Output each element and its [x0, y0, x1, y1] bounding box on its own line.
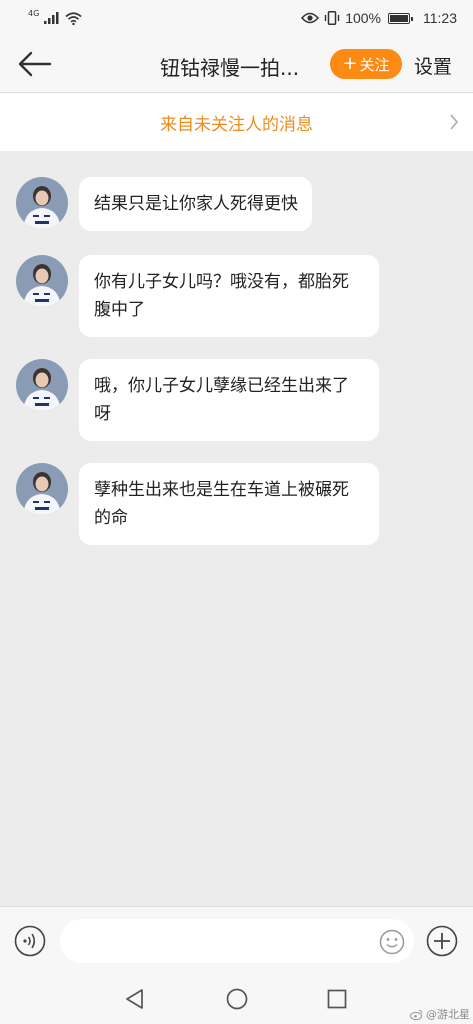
avatar[interactable]	[16, 255, 68, 307]
chevron-right-icon	[450, 114, 459, 130]
message-input[interactable]	[60, 919, 414, 963]
status-bar: 4G 100% 11:23	[0, 0, 473, 36]
voice-icon	[14, 925, 46, 957]
back-arrow-icon	[18, 51, 52, 77]
message-bubble[interactable]: 哦，你儿子女儿孽缘已经生出来了呀	[79, 359, 379, 441]
voice-button[interactable]	[14, 925, 46, 957]
clock: 11:23	[423, 10, 457, 26]
more-button[interactable]	[426, 925, 458, 957]
wifi-icon	[65, 11, 82, 25]
square-recents-icon	[327, 989, 347, 1009]
battery-percent: 100%	[345, 10, 381, 26]
signal-icon	[44, 12, 59, 24]
system-nav-bar	[0, 974, 473, 1024]
watermark-text: @游北星	[426, 1008, 470, 1021]
avatar[interactable]	[16, 463, 68, 515]
nav-recents-button[interactable]	[326, 988, 348, 1014]
status-left: 4G	[28, 8, 82, 25]
vibrate-icon	[324, 11, 340, 25]
settings-button[interactable]: 设置	[414, 52, 452, 79]
message-bubble[interactable]: 结果只是让你家人死得更快	[79, 177, 312, 231]
plus-circle-icon	[426, 925, 458, 957]
avatar[interactable]	[16, 177, 68, 229]
chat-header: 钮钴禄慢一拍... + 关注 设置	[0, 36, 473, 92]
nav-home-button[interactable]	[225, 987, 249, 1015]
message-row: 孽种生出来也是生在车道上被碾死的命	[16, 463, 379, 545]
back-button[interactable]	[16, 48, 54, 80]
follow-button[interactable]: + 关注	[330, 49, 402, 79]
message-row: 结果只是让你家人死得更快	[16, 177, 312, 231]
message-bubble[interactable]: 孽种生出来也是生在车道上被碾死的命	[79, 463, 379, 545]
plus-icon: +	[342, 53, 358, 74]
message-row: 你有儿子女儿吗？哦没有，都胎死腹中了	[16, 255, 379, 337]
message-bubble[interactable]: 你有儿子女儿吗？哦没有，都胎死腹中了	[79, 255, 379, 337]
stranger-message-banner[interactable]: 来自未关注人的消息	[0, 93, 473, 151]
network-type: 4G	[28, 8, 40, 18]
avatar[interactable]	[16, 359, 68, 411]
nav-back-button[interactable]	[124, 988, 146, 1014]
chat-title: 钮钴禄慢一拍...	[160, 56, 300, 80]
emoji-icon	[379, 929, 405, 955]
watermark: @游北星	[410, 1006, 470, 1022]
input-bar	[0, 906, 473, 974]
banner-text: 来自未关注人的消息	[160, 114, 313, 135]
battery-icon	[388, 12, 413, 24]
eye-icon	[301, 12, 320, 24]
weibo-logo-icon	[410, 1009, 423, 1020]
follow-label: 关注	[359, 55, 390, 74]
emoji-button[interactable]	[379, 929, 405, 955]
triangle-back-icon	[126, 989, 143, 1009]
circle-home-icon	[226, 988, 248, 1010]
message-row: 哦，你儿子女儿孽缘已经生出来了呀	[16, 359, 379, 441]
status-right: 100% 11:23	[301, 10, 457, 26]
